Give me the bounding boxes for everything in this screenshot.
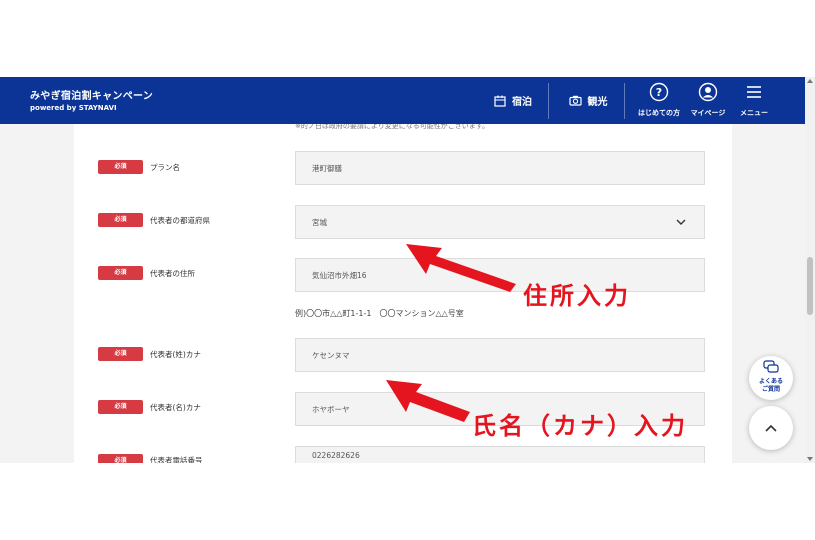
site-subtitle: powered by STAYNAVI (30, 104, 117, 112)
camera-icon (568, 95, 582, 106)
menu-label: メニュー (740, 109, 768, 117)
field-label-phone: 代表者電話番号 (150, 456, 203, 463)
plan-name-input[interactable]: 港町御膳 (295, 151, 705, 185)
nav-sightseeing-label: 観光 (587, 97, 608, 108)
prefecture-select[interactable]: 宮城 (295, 205, 705, 239)
annotation-name: 氏名（カナ）入力 (472, 412, 688, 440)
hamburger-icon (747, 86, 761, 98)
chevron-up-icon (765, 424, 777, 432)
required-badge: 必須 (98, 347, 143, 361)
nav-stay[interactable]: 宿泊 (478, 77, 548, 124)
prefecture-value: 宮城 (312, 218, 327, 227)
field-label-plan: プラン名 (150, 163, 180, 172)
phone-value: 0226282626 (312, 451, 360, 460)
user-icon (698, 82, 718, 102)
annotation-arrow-address (406, 244, 516, 292)
nav-sightseeing[interactable]: 観光 (552, 77, 624, 124)
scroll-down-arrow[interactable] (807, 457, 813, 461)
phone-input[interactable]: 0226282626 (295, 446, 705, 463)
chevron-down-icon (676, 219, 686, 225)
nav-divider (548, 83, 549, 119)
required-badge: 必須 (98, 454, 143, 463)
required-badge: 必須 (98, 400, 143, 414)
nav-divider (624, 83, 625, 119)
annotation-address: 住所入力 (523, 282, 631, 310)
address-hint: 例)〇〇市△△町1-1-1 〇〇マンション△△号室 (295, 309, 464, 318)
site-header: みやぎ宿泊割キャンペーン powered by STAYNAVI 宿泊 観光 ?… (0, 77, 805, 124)
required-badge: 必須 (98, 213, 143, 227)
faq-label-2: ご質問 (761, 386, 780, 393)
last-name-kana-input[interactable]: ケセンヌマ (295, 338, 705, 372)
scrollbar-thumb[interactable] (807, 257, 813, 315)
nav-stay-label: 宿泊 (512, 97, 532, 108)
calendar-icon (494, 95, 506, 107)
chat-bubble-icon (763, 360, 779, 373)
question-icon: ? (649, 82, 669, 102)
field-label-last-kana: 代表者(姓)カナ (150, 350, 201, 359)
faq-button[interactable]: よくある ご質問 (749, 356, 793, 400)
beginners-label: はじめての方 (638, 109, 680, 117)
menu-button[interactable]: メニュー (726, 82, 782, 122)
scroll-top-button[interactable] (749, 406, 793, 450)
field-label-first-kana: 代表者(名)カナ (150, 403, 201, 412)
required-badge: 必須 (98, 160, 143, 174)
row-phone-clip: 必須 代表者電話番号 0226282626 (0, 446, 805, 463)
field-label-prefecture: 代表者の都道府県 (150, 216, 210, 225)
svg-text:?: ? (656, 86, 662, 99)
site-title[interactable]: みやぎ宿泊割キャンペーン (30, 87, 153, 102)
page-scrollbar[interactable] (805, 77, 815, 463)
faq-label-1: よくある (758, 378, 783, 385)
annotation-arrow-name (386, 380, 470, 422)
required-badge: 必須 (98, 266, 143, 280)
field-label-address: 代表者の住所 (150, 269, 195, 278)
beginners-button[interactable]: ? はじめての方 (631, 82, 687, 122)
scroll-up-arrow[interactable] (807, 79, 813, 83)
